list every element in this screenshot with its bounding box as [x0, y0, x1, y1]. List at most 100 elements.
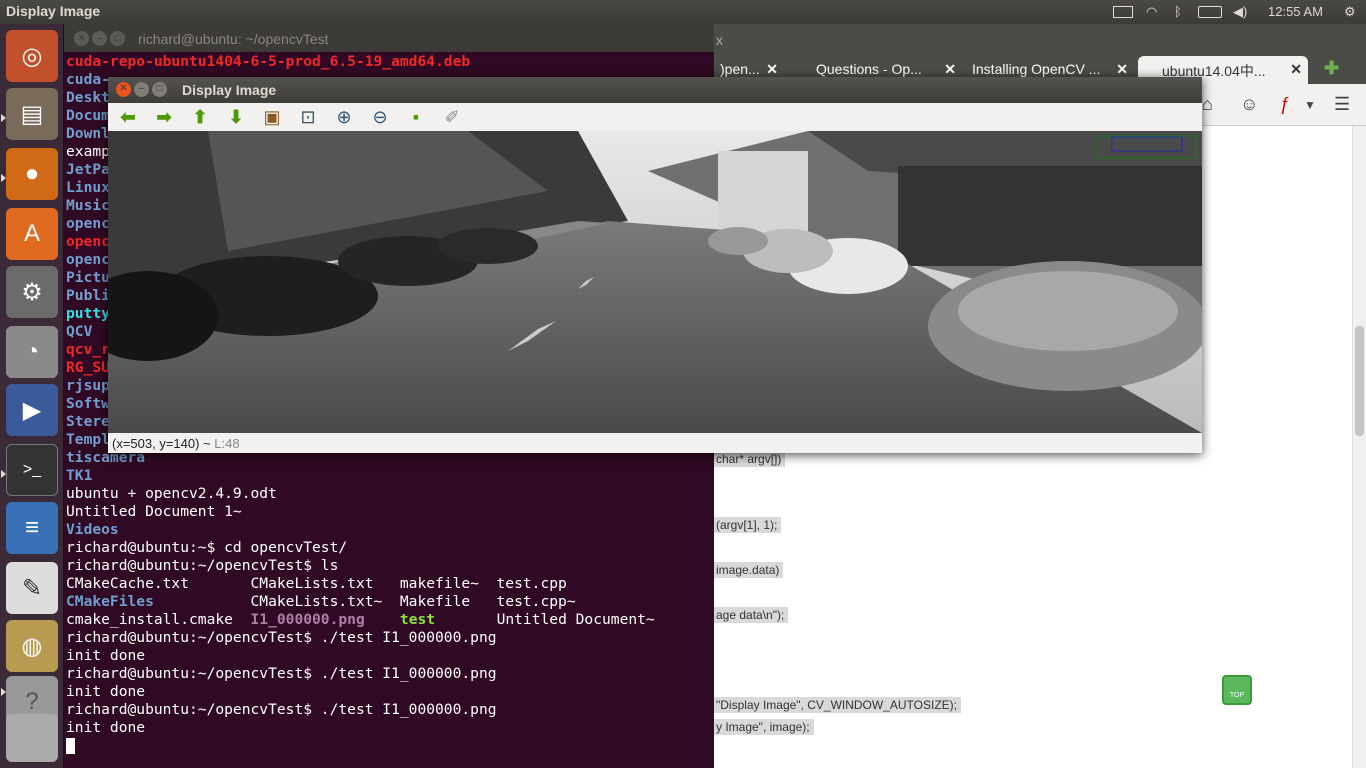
video-player-icon[interactable]: ▶: [6, 384, 58, 436]
properties-icon[interactable]: ✐: [440, 106, 464, 128]
display-image-window[interactable]: ✕ – □ Display Image ⬅ ➡ ⬆ ⬇ ▣ ⊡ ⊕ ⊖ ▪ ✐: [108, 77, 1202, 453]
image-canvas[interactable]: [108, 131, 1202, 433]
close-icon[interactable]: ✕: [74, 31, 89, 46]
minimize-icon[interactable]: –: [134, 82, 149, 97]
chevron-down-icon[interactable]: ▼: [1304, 98, 1316, 112]
folder-globe-icon[interactable]: ◍: [6, 620, 58, 672]
terminal-text: richard@ubuntu:~$ cd opencvTest/: [66, 539, 348, 556]
bluetooth-icon[interactable]: ᛒ: [1174, 4, 1182, 20]
software-center-icon[interactable]: A: [6, 208, 58, 260]
terminal-line: init done: [66, 719, 714, 737]
zoom-fit-icon[interactable]: ⊡: [296, 106, 320, 128]
terminal-text: cmake_install.cmake: [66, 611, 251, 628]
writer-icon[interactable]: ≡: [6, 502, 58, 554]
terminal-text: init done: [66, 719, 146, 736]
top-panel: Display Image ◠ ᛒ ◀) 12:55 AM ⚙: [0, 0, 1366, 24]
code-line: "Display Image", CV_WINDOW_AUTOSIZE);: [712, 697, 962, 713]
running-indicator: [1, 174, 6, 182]
volume-icon[interactable]: ◀): [1233, 4, 1247, 20]
smiley-icon[interactable]: ☺: [1240, 94, 1258, 115]
terminal-text: cuda-: [66, 71, 110, 88]
terminal-icon[interactable]: >_: [6, 444, 58, 496]
terminal-text: richard@ubuntu:~/opencvTest$ ./test I1_0…: [66, 665, 497, 682]
terminal-text: richard@ubuntu:~/opencvTest$ ./test I1_0…: [66, 629, 497, 646]
text-editor-icon[interactable]: ✎: [6, 562, 58, 614]
maximize-icon[interactable]: □: [110, 31, 125, 46]
close-icon[interactable]: ✕: [766, 61, 778, 78]
disk-usage-icon[interactable]: ◔: [6, 326, 58, 378]
pan-up-icon[interactable]: ⬆: [188, 106, 212, 128]
display-image-titlebar[interactable]: ✕ – □ Display Image: [108, 77, 1202, 103]
launcher: ◎ ▤ ● A ⚙ ◔ ▶ >_ ≡ ✎ ◍ ?: [0, 24, 64, 768]
browser-tabstrip: x )pen... ✕ Questions - Op... ✕ Installing…: [712, 24, 1366, 84]
zoom-reset-icon[interactable]: ▣: [260, 106, 284, 128]
terminal-line: TK1: [66, 467, 714, 485]
zoom-out-icon[interactable]: ⊖: [368, 106, 392, 128]
wifi-icon[interactable]: ◠: [1146, 4, 1157, 20]
terminal-text: openc: [66, 233, 110, 250]
code-line: y Image", image);: [712, 719, 814, 735]
pan-right-icon[interactable]: ➡: [152, 106, 176, 128]
menu-icon[interactable]: ☰: [1334, 94, 1350, 115]
terminal-text: init done: [66, 683, 146, 700]
terminal-line: cmake_install.cmake I1_000000.png test U…: [66, 611, 714, 629]
close-icon[interactable]: ✕: [944, 61, 956, 78]
workspaces-icon[interactable]: [6, 714, 58, 762]
terminal-text: Pictu: [66, 269, 110, 286]
browser-scrollbar[interactable]: [1352, 126, 1366, 768]
terminal-line: cuda-repo-ubuntu1404-6-5-prod_6.5-19_amd…: [66, 53, 714, 71]
terminal-text: QCV: [66, 323, 93, 340]
terminal-text: CMakeLists.txt~ Makefile test.cpp~: [153, 593, 576, 610]
terminal-titlebar[interactable]: ✕ – □ richard@ubuntu: ~/opencvTest: [64, 24, 714, 52]
home-icon[interactable]: ⌂: [1202, 94, 1213, 115]
gear-icon[interactable]: ⚙: [1344, 4, 1356, 20]
battery-icon[interactable]: [1198, 6, 1222, 18]
clock[interactable]: 12:55 AM: [1268, 4, 1323, 20]
terminal-text: init done: [66, 647, 146, 664]
terminal-line: Untitled Document 1~: [66, 503, 714, 521]
tab-label: )pen...: [720, 61, 760, 77]
ubuntu-dash-icon[interactable]: ◎: [6, 30, 58, 82]
terminal-line: ubuntu + opencv2.4.9.odt: [66, 485, 714, 503]
terminal-text: Linux: [66, 179, 110, 196]
terminal-text: Publi: [66, 287, 110, 304]
new-tab-icon[interactable]: ✚: [1324, 58, 1339, 79]
image-status-bar: (x=503, y=140) ~ L:48: [108, 433, 1202, 453]
firefox-icon[interactable]: ●: [6, 148, 58, 200]
close-icon[interactable]: ✕: [116, 82, 131, 97]
terminal-text: cuda-repo-ubuntu1404-6-5-prod_6.5-19_amd…: [66, 53, 471, 70]
terminal-text: putty: [66, 305, 110, 322]
save-icon[interactable]: ▪: [404, 106, 428, 128]
zoom-in-icon[interactable]: ⊕: [332, 106, 356, 128]
keyboard-icon[interactable]: [1113, 6, 1133, 18]
terminal-text: Downl: [66, 125, 110, 142]
terminal-text: test: [399, 611, 436, 628]
pixel-coordinates: (x=503, y=140) ~: [112, 436, 215, 451]
terminal-text: JetPa: [66, 161, 110, 178]
minimize-icon[interactable]: –: [92, 31, 107, 46]
terminal-text: Videos: [66, 521, 119, 538]
close-icon[interactable]: ✕: [1290, 61, 1302, 78]
code-line: image.data): [712, 562, 784, 578]
scrollbar-thumb[interactable]: [1355, 326, 1364, 436]
terminal-line: CMakeFiles CMakeLists.txt~ Makefile test…: [66, 593, 714, 611]
back-to-top-button[interactable]: TOP: [1222, 675, 1252, 705]
tab-label: Installing OpenCV ...: [972, 61, 1101, 77]
terminal-text: qcv_r: [66, 341, 110, 358]
terminal-text: CMakeFiles: [66, 593, 154, 610]
system-settings-icon[interactable]: ⚙: [6, 266, 58, 318]
files-icon[interactable]: ▤: [6, 88, 58, 140]
pan-left-icon[interactable]: ⬅: [116, 106, 140, 128]
pan-down-icon[interactable]: ⬇: [224, 106, 248, 128]
browser-title-fragment: x: [716, 32, 723, 48]
flash-icon[interactable]: ƒ: [1280, 94, 1290, 115]
code-line: (argv[1], 1);: [712, 517, 782, 533]
close-icon[interactable]: ✕: [1116, 61, 1128, 78]
maximize-icon[interactable]: □: [152, 82, 167, 97]
terminal-prompt-line[interactable]: [66, 737, 714, 755]
terminal-text: Templ: [66, 431, 110, 448]
terminal-text: Docum: [66, 107, 110, 124]
street-photo: [108, 131, 1202, 433]
terminal-text: Music: [66, 197, 110, 214]
